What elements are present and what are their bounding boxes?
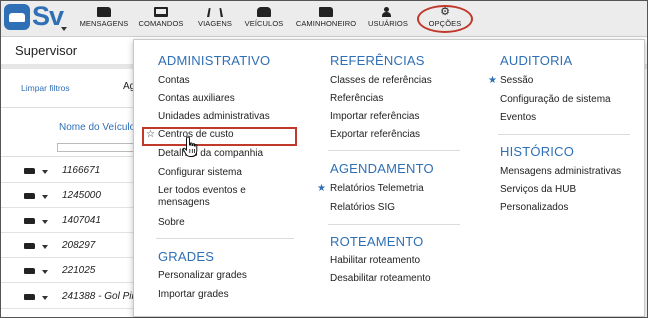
chevron-down-icon[interactable] <box>42 296 48 300</box>
clear-filters-link[interactable]: Limpar filtros <box>21 83 70 93</box>
user-icon <box>381 7 395 17</box>
menu-item-sessao[interactable]: Sessão <box>500 75 533 87</box>
menu-item-relatorios-telemetria[interactable]: Relatórios Telemetria <box>330 183 424 195</box>
nav-label: CAMINHONEIRO <box>295 19 357 28</box>
chevron-down-icon[interactable] <box>42 245 48 249</box>
truck-icon <box>24 294 35 300</box>
vehicle-name: 208297 <box>62 240 96 251</box>
menu-item-personalizados[interactable]: Personalizados <box>500 202 568 214</box>
vehicle-row[interactable]: 1245000 <box>1 184 141 208</box>
nav-caminhoneiro[interactable]: CAMINHONEIRO <box>293 5 359 35</box>
vehicle-filter-input[interactable] <box>57 143 139 152</box>
chevron-down-icon[interactable] <box>42 270 48 274</box>
road-icon <box>207 8 223 17</box>
truck-icon <box>24 168 35 174</box>
menu-item-desabilitar-roteamento[interactable]: Desabilitar roteamento <box>330 273 431 285</box>
star-outline-icon[interactable]: ☆ <box>146 129 155 140</box>
chevron-down-icon[interactable] <box>42 220 48 224</box>
nav-mensagens[interactable]: MENSAGENS <box>74 5 134 35</box>
menu-item-sobre[interactable]: Sobre <box>158 217 185 229</box>
nav-label: MENSAGENS <box>79 19 129 28</box>
menu-item-servicos-da-hub[interactable]: Serviços da HUB <box>500 184 576 196</box>
nav-comandos[interactable]: COMANDOS <box>137 5 185 35</box>
menu-item-configurar-sistema[interactable]: Configurar sistema <box>158 167 242 179</box>
chevron-down-icon[interactable] <box>42 170 48 174</box>
menu-item-relatorios-sig[interactable]: Relatórios SIG <box>330 202 395 214</box>
menu-item-classes-de-referencias[interactable]: Classes de referências <box>330 75 432 87</box>
menu-divider <box>328 224 460 225</box>
nav-label: COMANDOS <box>138 19 184 28</box>
vehicle-name: 1166671 <box>62 165 101 176</box>
menu-item-detalhes-da-companhia[interactable]: Detalhes da companhia <box>158 148 263 160</box>
monitor-icon <box>154 7 168 17</box>
truck-icon <box>97 7 111 17</box>
vehicle-row[interactable]: 221025 <box>1 259 141 283</box>
car-icon <box>257 7 271 17</box>
section-title-grades: GRADES <box>158 249 215 264</box>
truck-icon <box>24 193 35 199</box>
nav-label: VEÍCULOS <box>244 19 284 28</box>
section-title-roteamento: ROTEAMENTO <box>330 234 424 249</box>
vehicle-row[interactable]: 208297 <box>1 234 141 258</box>
menu-item-importar-referencias[interactable]: Importar referências <box>330 111 419 123</box>
menu-item-mensagens-administrativas[interactable]: Mensagens administrativas <box>500 166 621 178</box>
menu-divider <box>498 134 630 135</box>
menu-item-ler-todos-eventos[interactable]: Ler todos eventos e mensagens <box>158 185 268 209</box>
divider <box>1 156 141 157</box>
menu-item-eventos[interactable]: Eventos <box>500 112 536 124</box>
menu-item-importar-grades[interactable]: Importar grades <box>158 289 229 301</box>
menu-item-configuracao-de-sistema[interactable]: Configuração de sistema <box>500 94 611 106</box>
truck-icon <box>24 243 35 249</box>
top-navbar: Sv MENSAGENS COMANDOS VIAGENS VEÍCULOS C… <box>1 1 647 37</box>
vehicle-name: 221025 <box>62 265 96 276</box>
vehicle-name: 1245000 <box>62 190 101 201</box>
truck-icon <box>319 7 333 17</box>
star-filled-icon[interactable]: ★ <box>488 75 497 86</box>
menu-divider <box>328 150 460 151</box>
menu-item-referencias[interactable]: Referências <box>330 93 383 105</box>
section-title-referencias: REFERÊNCIAS <box>330 53 425 68</box>
nav-label: VIAGENS <box>197 19 233 28</box>
section-title-agendamento: AGENDAMENTO <box>330 161 434 176</box>
vehicle-name: 241388 - Gol Pir <box>62 291 135 302</box>
nav-usuarios[interactable]: USUÁRIOS <box>367 5 409 35</box>
menu-item-exportar-referencias[interactable]: Exportar referências <box>330 129 420 141</box>
menu-divider <box>156 238 294 239</box>
logo-caret-icon[interactable] <box>61 27 67 31</box>
vehicle-row[interactable]: 1407041 <box>1 209 141 233</box>
menu-item-personalizar-grades[interactable]: Personalizar grades <box>158 270 247 282</box>
star-filled-icon[interactable]: ★ <box>317 183 326 194</box>
logo-icon[interactable] <box>4 4 30 30</box>
nav-opcoes[interactable]: ⚙ OPÇÕES <box>421 5 469 35</box>
menu-item-contas-auxiliares[interactable]: Contas auxiliares <box>158 93 235 105</box>
menu-item-contas[interactable]: Contas <box>158 75 190 87</box>
chevron-down-icon[interactable] <box>42 195 48 199</box>
section-title-historico: HISTÓRICO <box>500 144 575 159</box>
logo-text[interactable]: Sv <box>32 1 64 32</box>
menu-item-unidades-administrativas[interactable]: Unidades administrativas <box>158 111 270 123</box>
column-header-vehicle-name[interactable]: Nome do Veículo <box>59 122 135 133</box>
nav-label: USUÁRIOS <box>368 19 408 28</box>
vehicle-name: 1407041 <box>62 215 101 226</box>
divider <box>1 107 141 108</box>
page-title: Supervisor <box>15 43 78 58</box>
options-dropdown-menu: ADMINISTRATIVO Contas Contas auxiliares … <box>133 39 645 317</box>
truck-icon <box>24 268 35 274</box>
truck-icon <box>24 218 35 224</box>
vehicle-row[interactable]: 1166671 <box>1 159 141 183</box>
gears-icon: ⚙ <box>440 6 450 18</box>
section-title-auditoria: AUDITORIA <box>500 53 573 68</box>
section-title-administrativo: ADMINISTRATIVO <box>158 53 271 68</box>
hand-pointer-cursor-icon <box>182 136 198 157</box>
nav-veiculos[interactable]: VEÍCULOS <box>243 5 285 35</box>
menu-item-habilitar-roteamento[interactable]: Habilitar roteamento <box>330 255 420 267</box>
nav-label: OPÇÕES <box>428 19 462 28</box>
nav-viagens[interactable]: VIAGENS <box>194 5 236 35</box>
